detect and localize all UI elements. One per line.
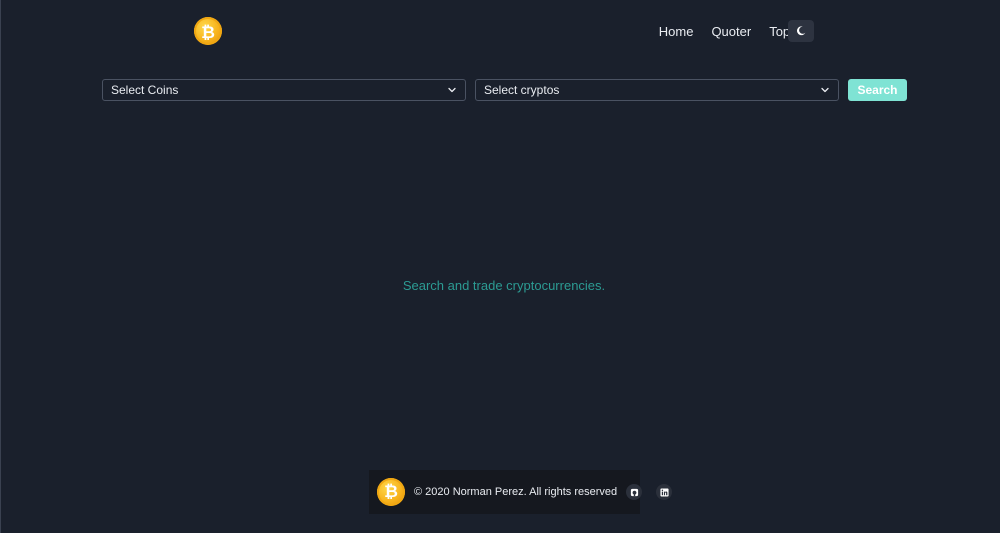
copyright-text: © 2020 Norman Perez. All rights reserved — [414, 486, 618, 498]
page: ₿ Home Quoter Top List Select Coins Sele… — [0, 0, 1000, 533]
chevron-down-icon — [821, 87, 829, 93]
search-button[interactable]: Search — [848, 79, 907, 101]
coins-select-value: Select Coins — [111, 83, 179, 97]
chevron-down-icon — [448, 87, 456, 93]
coins-select[interactable]: Select Coins — [102, 79, 466, 101]
bitcoin-symbol: ₿ — [201, 22, 215, 42]
moon-icon — [796, 26, 806, 36]
footer-bitcoin-symbol: ₿ — [384, 482, 398, 501]
footer: ₿ © 2020 Norman Perez. All rights reserv… — [369, 470, 673, 514]
footer-bitcoin-logo-icon: ₿ — [377, 478, 405, 506]
linkedin-icon — [660, 487, 669, 497]
cryptos-select[interactable]: Select cryptos — [475, 79, 839, 101]
theme-toggle-button[interactable] — [788, 20, 814, 42]
linkedin-link[interactable] — [656, 484, 673, 500]
github-link[interactable] — [626, 484, 643, 500]
nav-home-link[interactable]: Home — [659, 24, 694, 39]
window-edge — [0, 0, 1, 533]
tagline-text: Search and trade cryptocurrencies. — [402, 278, 606, 293]
bitcoin-logo-icon[interactable]: ₿ — [194, 17, 222, 45]
github-icon — [630, 488, 638, 496]
nav-quoter-link[interactable]: Quoter — [711, 24, 751, 39]
cryptos-select-value: Select cryptos — [484, 83, 560, 97]
